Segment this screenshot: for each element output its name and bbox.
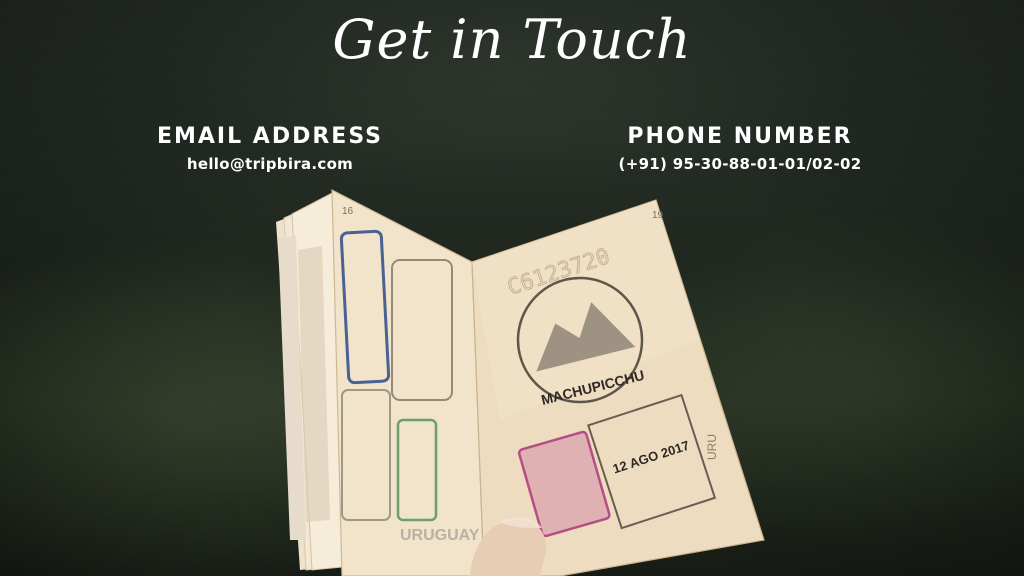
stamp-uruguay: URUGUAY xyxy=(400,527,480,544)
page-number-right: 19 xyxy=(652,210,664,221)
stamp-uru: URU xyxy=(705,434,719,460)
passport-left-page: 16 URUGUAY xyxy=(331,189,485,576)
passport-photo: 16 URUGUAY C6123720 19 MACHUPICCHU 12 AG… xyxy=(276,189,765,576)
page-number-left: 16 xyxy=(342,206,354,217)
